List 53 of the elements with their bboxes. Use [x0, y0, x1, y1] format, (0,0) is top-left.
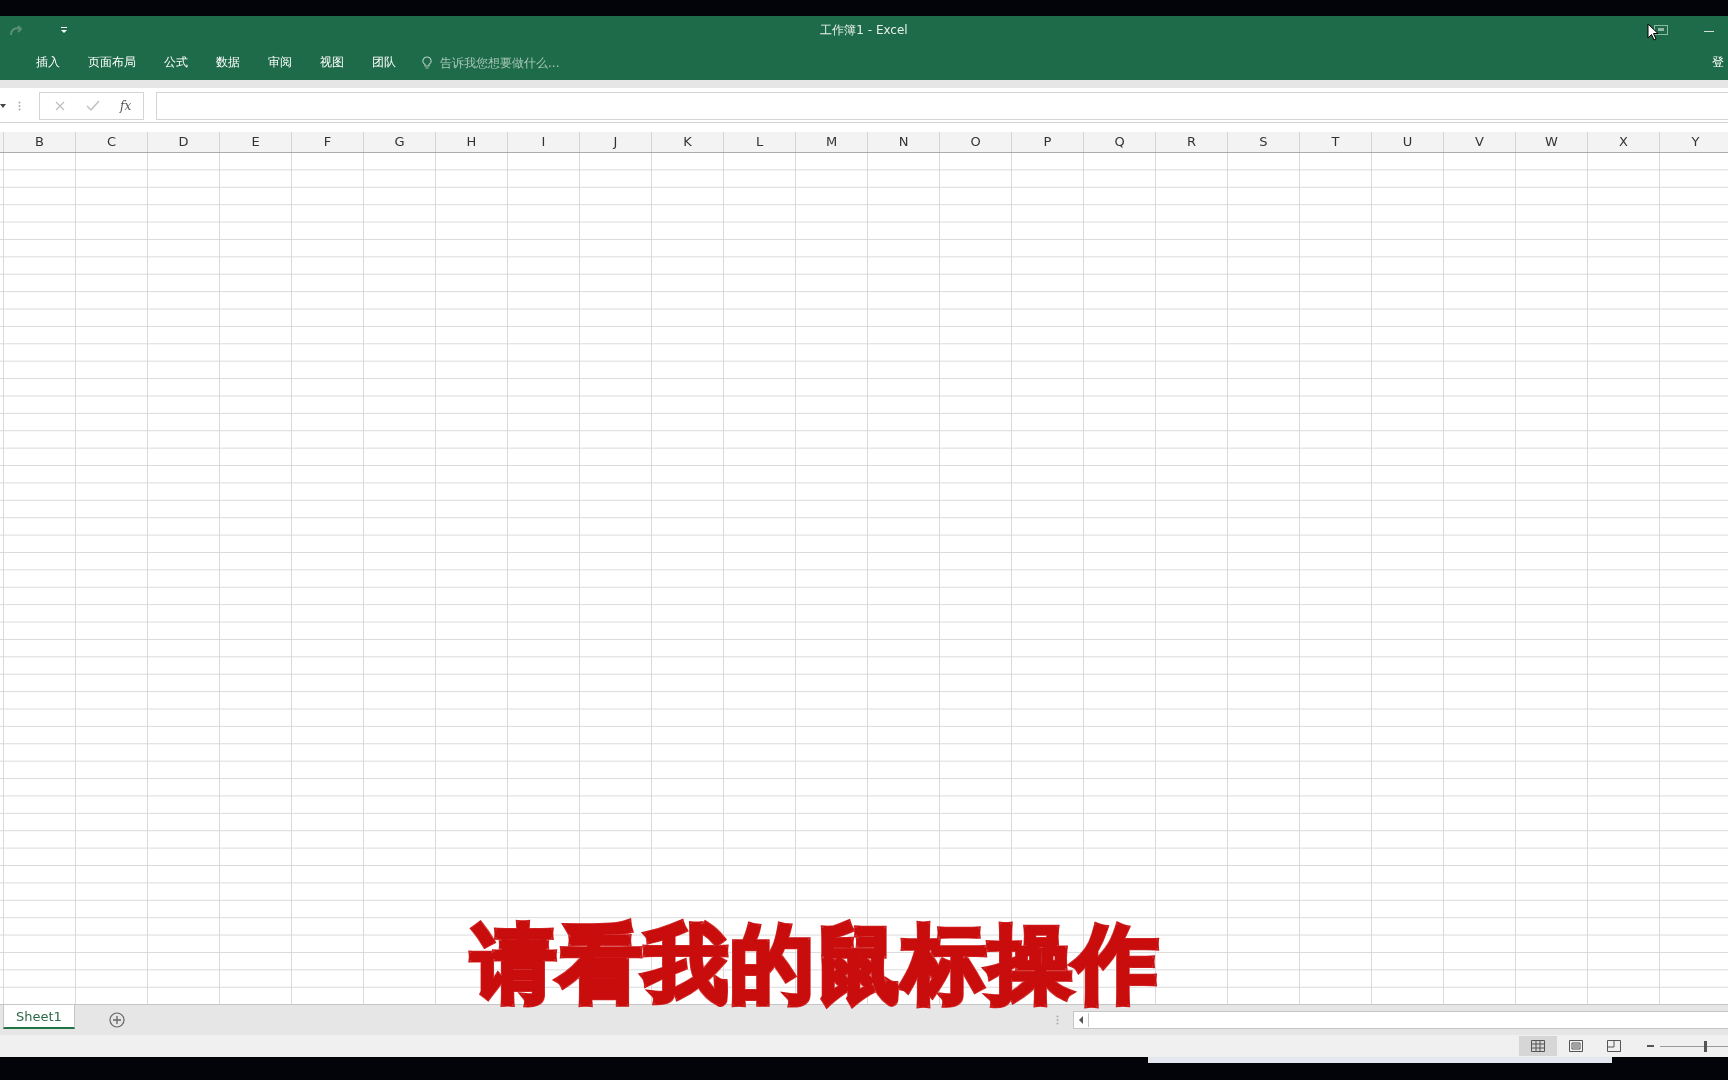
column-header[interactable]: G [364, 132, 436, 152]
ribbon-tab[interactable]: 公式 [150, 52, 202, 73]
column-header[interactable]: X [1588, 132, 1660, 152]
column-header[interactable]: Q [1084, 132, 1156, 152]
ribbon-tab[interactable]: 插入 [22, 52, 74, 73]
cell-grid[interactable]: 请看我的鼠标操作 [0, 153, 1728, 1004]
check-icon[interactable] [86, 100, 100, 112]
ribbon-tab[interactable]: 页面布局 [74, 52, 150, 73]
column-header[interactable]: U [1372, 132, 1444, 152]
drag-handle-icon[interactable] [18, 101, 21, 111]
ribbon-tab[interactable]: 视图 [306, 52, 358, 73]
column-header[interactable]: N [868, 132, 940, 152]
column-header[interactable]: Y [1660, 132, 1728, 152]
minimize-icon[interactable] [1704, 31, 1714, 33]
column-header[interactable]: K [652, 132, 724, 152]
splitter-handle-icon[interactable] [1056, 1015, 1059, 1025]
column-header[interactable]: I [508, 132, 580, 152]
column-header[interactable]: J [580, 132, 652, 152]
ribbon-tab[interactable]: 审阅 [254, 52, 306, 73]
column-header[interactable]: L [724, 132, 796, 152]
ribbon-tab[interactable]: 团队 [358, 52, 410, 73]
column-header[interactable]: W [1516, 132, 1588, 152]
page-icon [1569, 1040, 1583, 1052]
column-header[interactable]: C [76, 132, 148, 152]
ribbon-display-icon[interactable] [1654, 25, 1668, 35]
insert-function-button[interactable]: fx [120, 99, 132, 113]
lightbulb-icon [422, 55, 432, 70]
add-sheet-icon[interactable] [108, 1012, 125, 1028]
customize-icon[interactable] [60, 26, 68, 34]
sign-in-link[interactable]: 登 [1712, 54, 1724, 71]
mouse-pointer-icon [1647, 23, 1659, 41]
column-header[interactable]: S [1228, 132, 1300, 152]
column-header[interactable]: H [436, 132, 508, 152]
column-header[interactable]: V [1444, 132, 1516, 152]
column-header[interactable]: M [796, 132, 868, 152]
column-header[interactable]: O [940, 132, 1012, 152]
column-header[interactable]: E [220, 132, 292, 152]
column-header[interactable]: F [292, 132, 364, 152]
horizontal-scrollbar[interactable] [1073, 1011, 1728, 1029]
column-header[interactable]: R [1156, 132, 1228, 152]
ribbon-tab[interactable]: 数据 [202, 52, 254, 73]
column-header[interactable]: B [4, 132, 76, 152]
grid-icon [1531, 1040, 1545, 1052]
normal-view-button[interactable] [1519, 1036, 1557, 1056]
formula-input[interactable] [156, 92, 1728, 120]
sheet-tab[interactable]: Sheet1 [3, 1005, 75, 1029]
window-title: 工作簿1 - Excel [820, 22, 908, 39]
column-header[interactable]: D [148, 132, 220, 152]
tell-me-field[interactable]: 告诉我您想要做什么... [422, 54, 602, 71]
column-header[interactable]: P [1012, 132, 1084, 152]
dropdown-icon[interactable] [0, 104, 6, 108]
page-break-icon [1607, 1040, 1621, 1052]
column-header[interactable]: T [1300, 132, 1372, 152]
